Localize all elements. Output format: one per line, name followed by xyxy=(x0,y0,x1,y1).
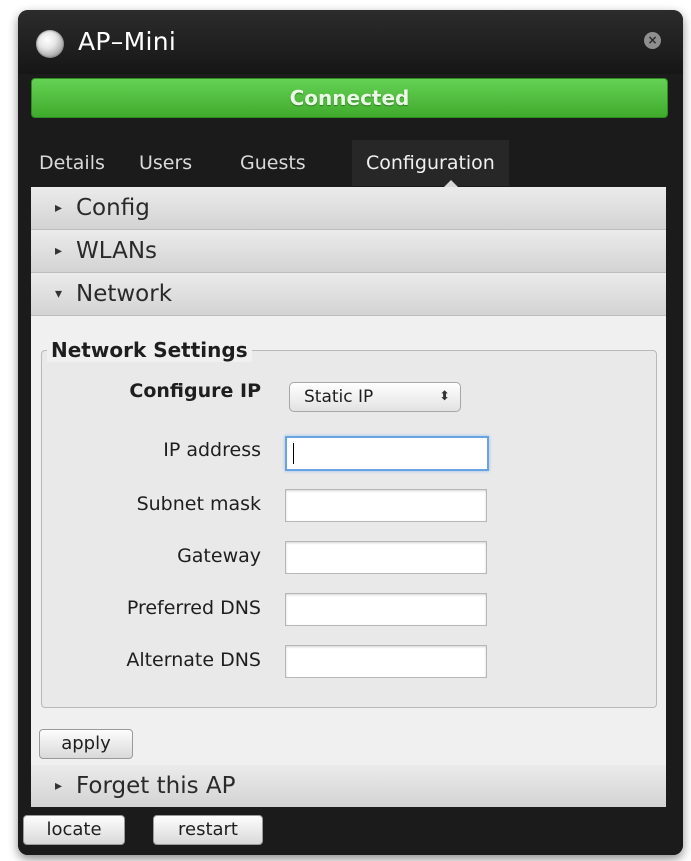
configure-ip-label: Configure IP xyxy=(129,380,261,402)
title-bar: AP–Mini × xyxy=(18,10,683,74)
section-network-label: Network xyxy=(76,281,173,307)
section-config-label: Config xyxy=(76,195,150,221)
tab-configuration[interactable]: Configuration xyxy=(352,140,509,186)
chevron-down-icon: ▾ xyxy=(55,286,63,302)
configuration-panel: ▸ Config ▸ WLANs ▾ Network Network Setti… xyxy=(31,187,666,807)
section-forget-ap[interactable]: ▸ Forget this AP xyxy=(31,765,666,807)
section-config[interactable]: ▸ Config xyxy=(31,187,666,230)
up-down-arrows-icon: ⬍ xyxy=(439,389,450,404)
section-wlans[interactable]: ▸ WLANs xyxy=(31,230,666,273)
status-dot-icon xyxy=(36,30,64,58)
alternate-dns-label: Alternate DNS xyxy=(126,649,261,671)
connection-status-bar: Connected xyxy=(31,78,668,118)
locate-button[interactable]: locate xyxy=(23,815,125,845)
apply-button[interactable]: apply xyxy=(39,729,133,759)
window-title: AP–Mini xyxy=(78,27,177,56)
section-wlans-label: WLANs xyxy=(76,238,158,264)
gateway-input[interactable] xyxy=(285,541,487,574)
subnet-mask-input[interactable] xyxy=(285,489,487,522)
chevron-right-icon: ▸ xyxy=(55,778,63,794)
preferred-dns-label: Preferred DNS xyxy=(126,597,261,619)
chevron-right-icon: ▸ xyxy=(55,243,63,259)
tab-guests[interactable]: Guests xyxy=(240,140,306,186)
gateway-label: Gateway xyxy=(177,545,261,567)
preferred-dns-input[interactable] xyxy=(285,593,487,626)
tab-users[interactable]: Users xyxy=(139,140,192,186)
tab-bar: Details Users Guests Configuration xyxy=(18,140,683,186)
configure-ip-value: Static IP xyxy=(304,387,374,407)
ip-address-label: IP address xyxy=(163,439,261,461)
app-window: AP–Mini × Connected Details Users Guests… xyxy=(18,10,683,855)
configure-ip-select[interactable]: Static IP ⬍ xyxy=(289,382,461,412)
chevron-right-icon: ▸ xyxy=(55,200,63,216)
active-tab-pointer xyxy=(444,180,458,187)
close-icon[interactable]: × xyxy=(644,32,661,49)
tab-details[interactable]: Details xyxy=(39,140,105,186)
ip-address-input[interactable] xyxy=(285,436,489,471)
restart-button[interactable]: restart xyxy=(153,815,263,845)
section-network[interactable]: ▾ Network xyxy=(31,273,666,316)
subnet-mask-label: Subnet mask xyxy=(136,493,261,515)
network-settings-legend: Network Settings xyxy=(47,338,252,362)
section-forget-ap-label: Forget this AP xyxy=(76,773,236,799)
text-cursor xyxy=(293,443,294,464)
bottom-action-bar: locate restart xyxy=(18,807,683,855)
alternate-dns-input[interactable] xyxy=(285,645,487,678)
